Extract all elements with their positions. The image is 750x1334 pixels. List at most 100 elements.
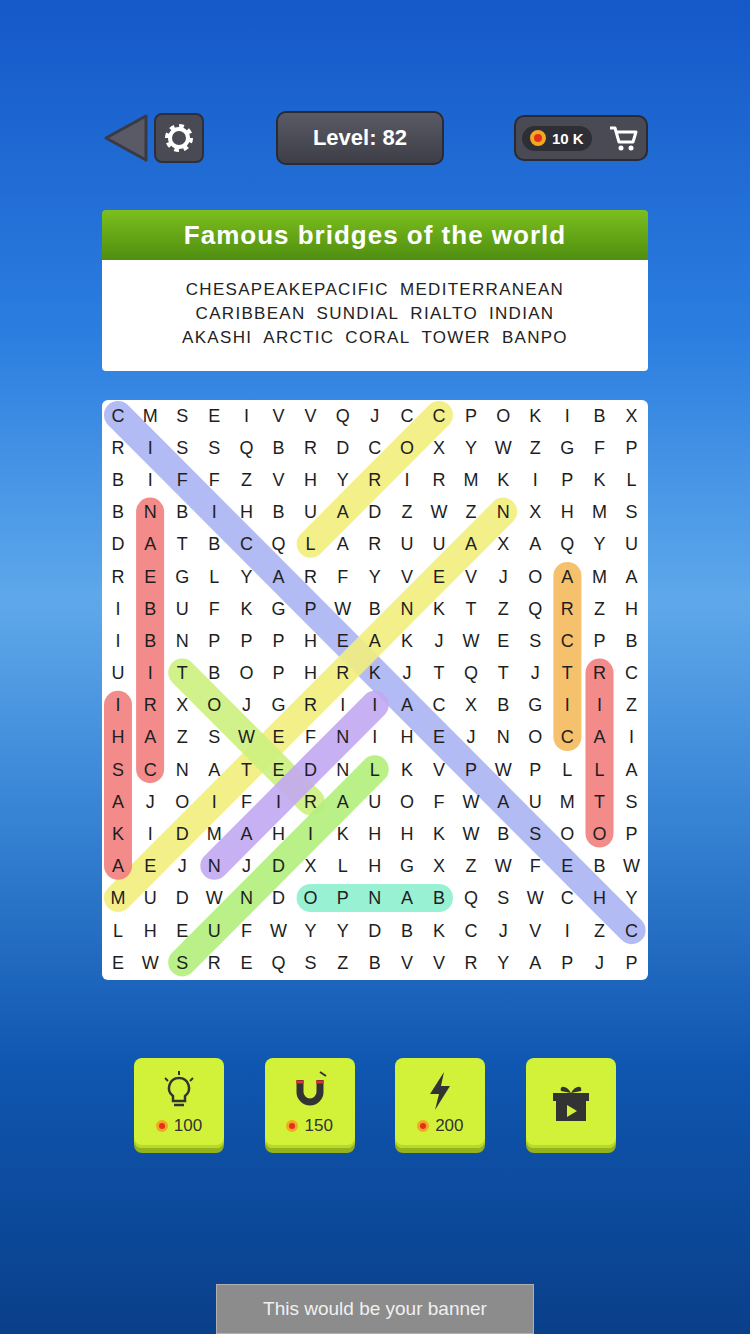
letter-cell[interactable]: D — [295, 754, 327, 786]
letter-cell[interactable]: H — [391, 722, 423, 754]
letter-cell[interactable]: V — [262, 400, 294, 432]
letter-cell[interactable]: H — [359, 818, 391, 850]
letter-cell[interactable]: O — [198, 690, 230, 722]
letter-cell[interactable]: K — [230, 593, 262, 625]
letter-cell[interactable]: R — [423, 464, 455, 496]
letter-cell[interactable]: V — [391, 561, 423, 593]
letter-cell[interactable]: P — [262, 625, 294, 657]
letter-cell[interactable]: Y — [230, 561, 262, 593]
letter-cell[interactable]: W — [230, 722, 262, 754]
letter-cell[interactable]: I — [551, 915, 583, 947]
letter-cell[interactable]: X — [455, 690, 487, 722]
letter-cell[interactable]: G — [262, 593, 294, 625]
letter-cell[interactable]: B — [359, 593, 391, 625]
letter-cell[interactable]: U — [102, 658, 134, 690]
letter-cell[interactable]: D — [359, 497, 391, 529]
letter-cell[interactable]: E — [487, 625, 519, 657]
letter-cell[interactable]: T — [166, 529, 198, 561]
letter-cell[interactable]: K — [102, 818, 134, 850]
letter-cell[interactable]: Z — [391, 497, 423, 529]
letter-cell[interactable]: L — [551, 754, 583, 786]
letter-cell[interactable]: B — [423, 883, 455, 915]
letter-cell[interactable]: A — [616, 754, 648, 786]
letter-cell[interactable]: I — [134, 464, 166, 496]
letter-cell[interactable]: E — [230, 947, 262, 979]
letter-cell[interactable]: J — [519, 658, 551, 690]
letter-cell[interactable]: H — [102, 722, 134, 754]
letter-cell[interactable]: R — [583, 658, 615, 690]
letter-cell[interactable]: A — [391, 690, 423, 722]
letter-cell[interactable]: U — [519, 786, 551, 818]
letter-cell[interactable]: M — [198, 818, 230, 850]
letter-cell[interactable]: I — [295, 818, 327, 850]
letter-cell[interactable]: U — [359, 786, 391, 818]
letter-cell[interactable]: Y — [583, 529, 615, 561]
letter-cell[interactable]: N — [230, 883, 262, 915]
letter-cell[interactable]: F — [198, 464, 230, 496]
letter-cell[interactable]: X — [295, 851, 327, 883]
letter-cell[interactable]: S — [166, 432, 198, 464]
letter-cell[interactable]: A — [102, 786, 134, 818]
letter-cell[interactable]: A — [616, 561, 648, 593]
letter-cell[interactable]: U — [295, 497, 327, 529]
letter-cell[interactable]: L — [295, 529, 327, 561]
letter-cell[interactable]: N — [327, 722, 359, 754]
letter-cell[interactable]: Q — [262, 529, 294, 561]
letter-cell[interactable]: J — [583, 947, 615, 979]
letter-cell[interactable]: J — [230, 851, 262, 883]
letter-cell[interactable]: F — [198, 593, 230, 625]
letter-cell[interactable]: K — [423, 915, 455, 947]
letter-cell[interactable]: C — [616, 658, 648, 690]
letter-cell[interactable]: Y — [327, 915, 359, 947]
letter-cell[interactable]: K — [327, 818, 359, 850]
letter-cell[interactable]: X — [423, 851, 455, 883]
letter-cell[interactable]: N — [134, 497, 166, 529]
letter-cell[interactable]: I — [551, 400, 583, 432]
letter-cell[interactable]: K — [423, 593, 455, 625]
letter-cell[interactable]: W — [487, 432, 519, 464]
letter-cell[interactable]: O — [230, 658, 262, 690]
letter-cell[interactable]: B — [359, 947, 391, 979]
letter-cell[interactable]: N — [487, 722, 519, 754]
letter-cell[interactable]: I — [262, 786, 294, 818]
letter-cell[interactable]: B — [487, 690, 519, 722]
letter-cell[interactable]: R — [551, 593, 583, 625]
letter-cell[interactable]: R — [295, 786, 327, 818]
letter-cell[interactable]: R — [102, 561, 134, 593]
letter-cell[interactable]: A — [519, 947, 551, 979]
letter-cell[interactable]: Y — [616, 883, 648, 915]
letter-cell[interactable]: P — [327, 883, 359, 915]
letter-cell[interactable]: I — [102, 625, 134, 657]
letter-cell[interactable]: I — [134, 818, 166, 850]
letter-cell[interactable]: Y — [295, 915, 327, 947]
letter-cell[interactable]: W — [327, 593, 359, 625]
letter-cell[interactable]: T — [583, 786, 615, 818]
letter-cell[interactable]: I — [551, 690, 583, 722]
letter-cell[interactable]: Y — [487, 947, 519, 979]
letter-cell[interactable]: Z — [616, 690, 648, 722]
letter-cell[interactable]: C — [423, 400, 455, 432]
letter-cell[interactable]: H — [262, 818, 294, 850]
letter-cell[interactable]: W — [487, 851, 519, 883]
letter-cell[interactable]: C — [455, 915, 487, 947]
letter-cell[interactable]: B — [487, 818, 519, 850]
letter-cell[interactable]: N — [487, 497, 519, 529]
letter-cell[interactable]: K — [391, 754, 423, 786]
letter-cell[interactable]: A — [230, 818, 262, 850]
letter-cell[interactable]: P — [616, 818, 648, 850]
letter-cell[interactable]: I — [359, 690, 391, 722]
back-arrow-icon[interactable] — [102, 112, 148, 164]
letter-grid[interactable]: CMSEIVVQJCCPOKIBXRISSQBRDCOXYWZGFPBIFFZV… — [102, 400, 648, 980]
letter-cell[interactable]: L — [102, 915, 134, 947]
letter-cell[interactable]: W — [455, 786, 487, 818]
letter-cell[interactable]: B — [616, 625, 648, 657]
letter-cell[interactable]: S — [198, 432, 230, 464]
ad-banner[interactable]: This would be your banner — [216, 1284, 534, 1334]
letter-cell[interactable]: G — [166, 561, 198, 593]
letter-cell[interactable]: X — [519, 497, 551, 529]
letter-cell[interactable]: D — [327, 432, 359, 464]
letter-cell[interactable]: M — [102, 883, 134, 915]
letter-cell[interactable]: W — [423, 497, 455, 529]
letter-cell[interactable]: F — [583, 432, 615, 464]
letter-cell[interactable]: K — [487, 464, 519, 496]
